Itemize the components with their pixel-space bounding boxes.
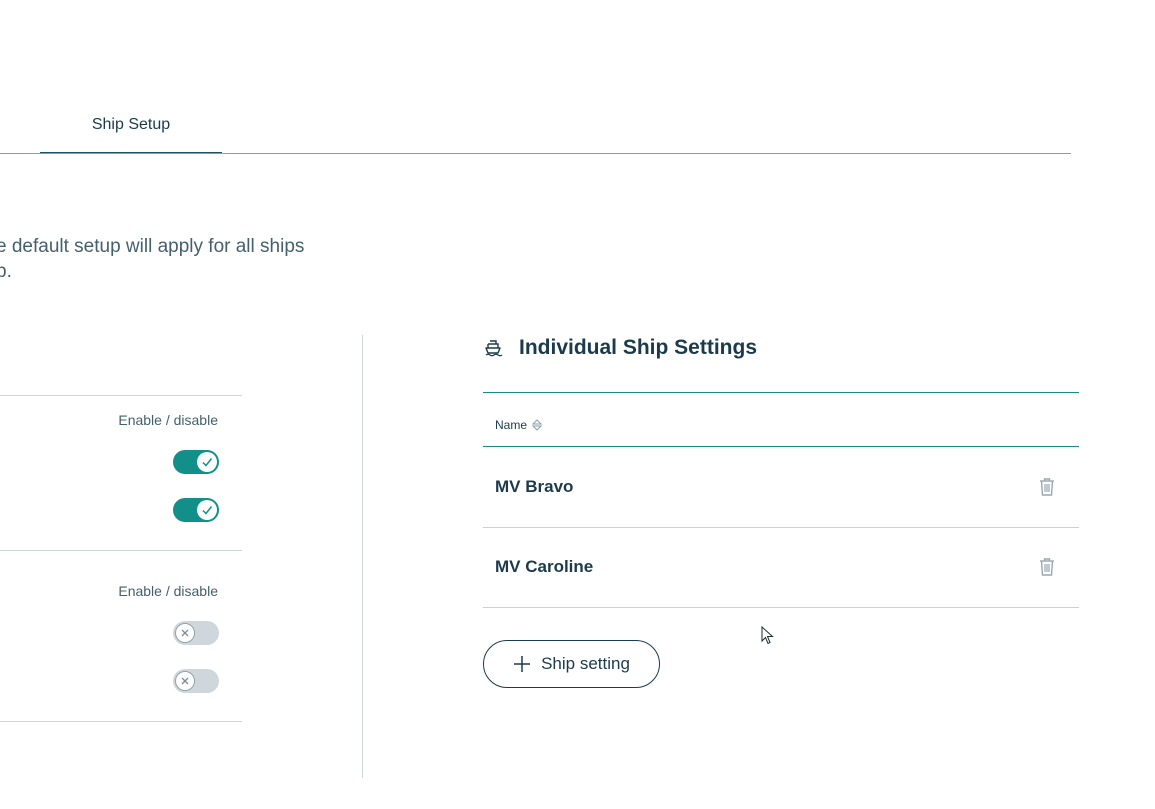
column-header-name[interactable]: Name [495,418,543,432]
page: Ship Setup e default setup will apply fo… [0,0,1155,809]
plus-icon [514,656,531,672]
group-1-toggle-1[interactable] [173,450,219,474]
table-row-divider [483,527,1079,528]
table-header-border [483,446,1079,447]
group-2-toggle-1[interactable] [173,621,219,645]
table-row-name[interactable]: MV Caroline [495,557,593,577]
trash-icon[interactable] [1038,477,1056,497]
sort-icon [532,419,543,431]
x-icon [175,623,195,643]
table-row-divider [483,607,1079,608]
tab-ship-setup[interactable]: Ship Setup [40,106,222,154]
mouse-cursor-icon [761,626,774,645]
panel-divider [362,335,363,778]
group-1-toggle-2[interactable] [173,498,219,522]
group-2-bottom-divider [0,721,242,722]
column-header-label: Name [495,418,528,432]
table-row-name[interactable]: MV Bravo [495,477,573,497]
x-icon [175,671,195,691]
group-2-column-label: Enable / disable [118,583,218,599]
ship-icon [485,340,503,357]
group-1-top-divider [0,395,242,396]
description-line-1: e default setup will apply for all ships [0,236,305,257]
tabs-divider [0,153,1071,154]
section-title: Individual Ship Settings [519,336,758,359]
table-top-border [483,392,1079,393]
default-setup-description: e default setup will apply for all ships… [0,234,336,284]
group-2-toggle-2[interactable] [173,669,219,693]
check-icon [197,500,217,520]
add-ship-setting-button[interactable]: Ship setting [483,640,660,688]
add-ship-setting-label: Ship setting [541,654,630,673]
trash-icon[interactable] [1038,557,1056,577]
check-icon [197,452,217,472]
group-1-column-label: Enable / disable [118,412,218,428]
group-2-top-divider [0,550,242,551]
description-line-2: p. [0,261,12,282]
